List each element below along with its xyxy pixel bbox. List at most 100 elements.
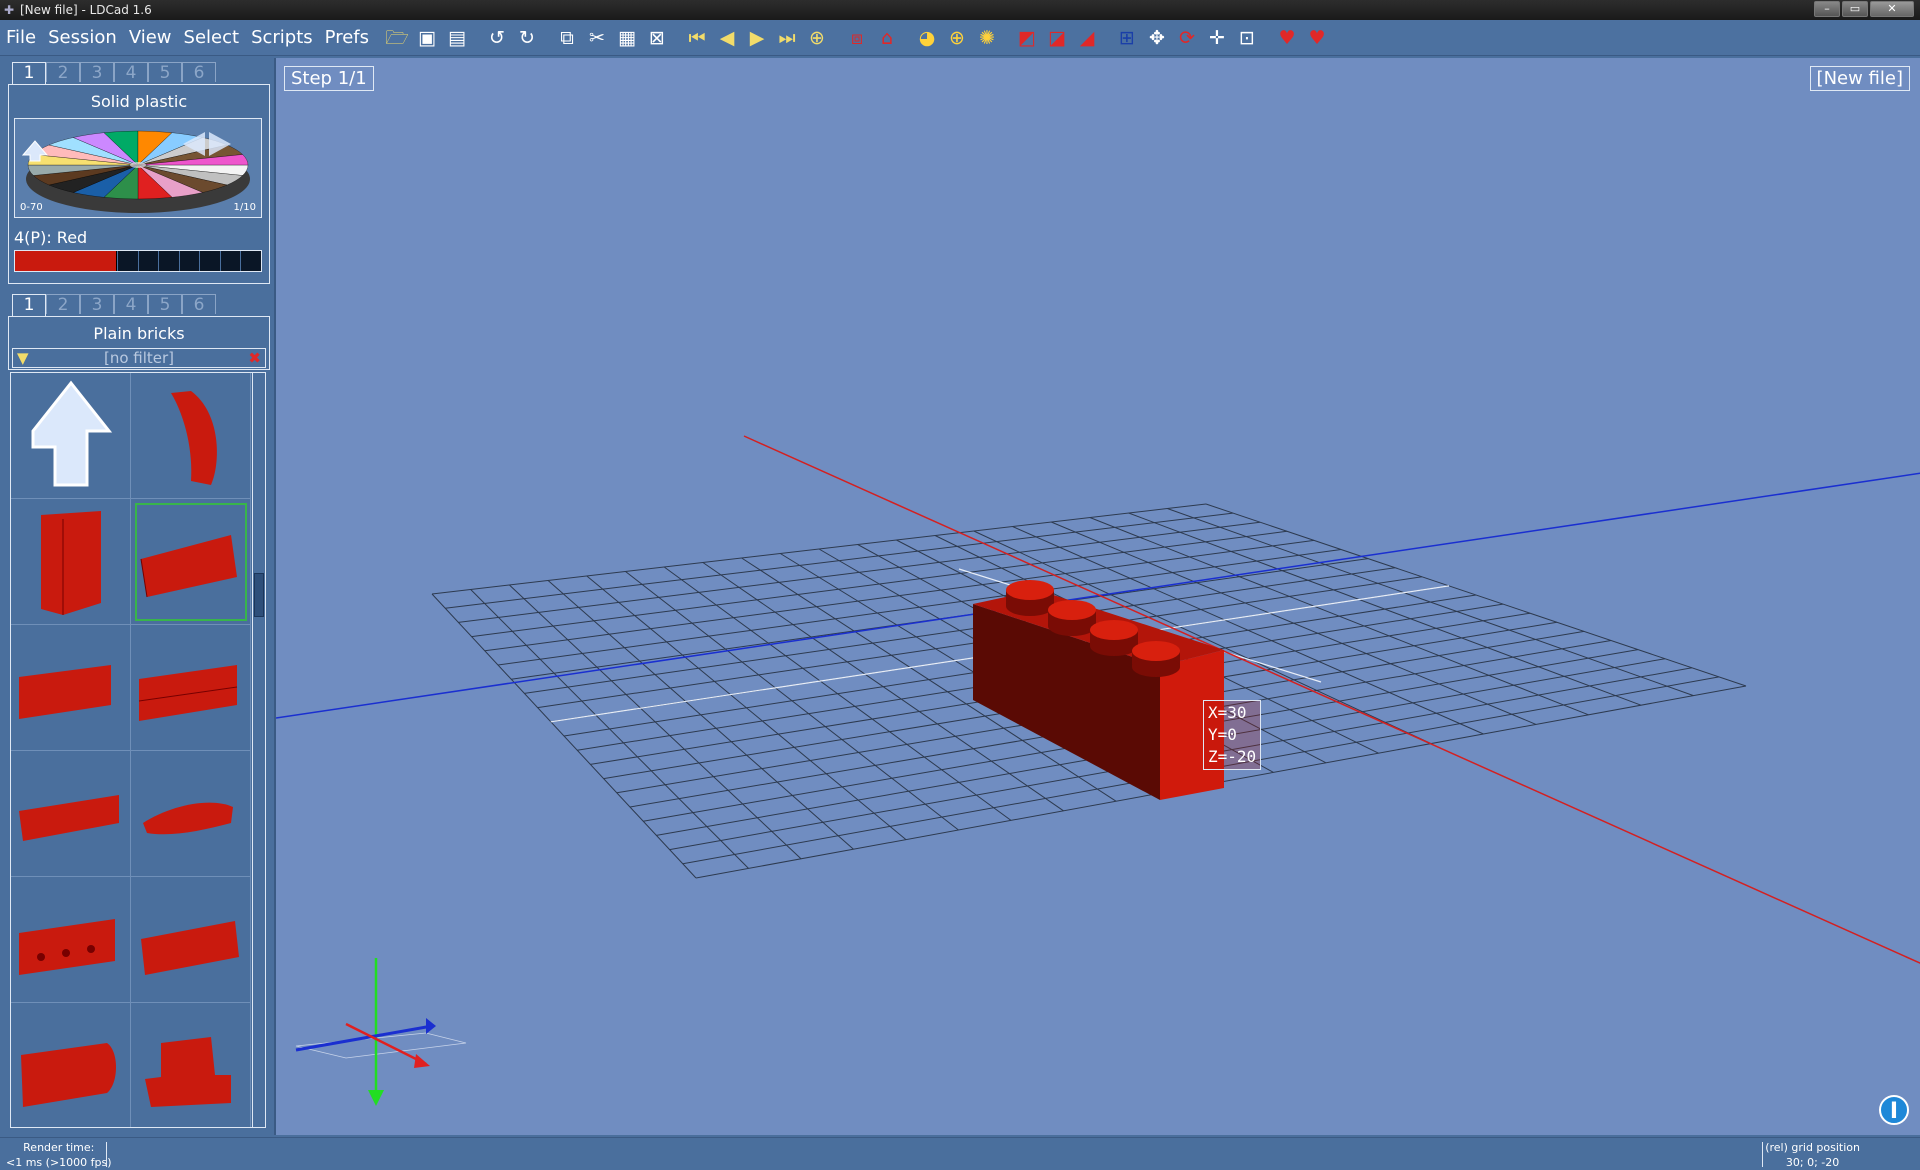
arch-brick-part[interactable] xyxy=(131,373,251,499)
parts-tab-6[interactable]: 6 xyxy=(182,294,216,315)
technic-brick-part[interactable] xyxy=(11,877,131,1003)
grid-position-label: (rel) grid position xyxy=(1765,1141,1860,1154)
curved-slope-part[interactable] xyxy=(131,751,251,877)
brick-1x4-studs-side-part[interactable] xyxy=(131,625,251,751)
menu-scripts[interactable]: Scripts xyxy=(245,20,319,56)
grid-mode-icon[interactable]: ⊞ xyxy=(1114,25,1140,51)
unhide-icon[interactable]: ◢ xyxy=(1074,25,1100,51)
copy-icon[interactable]: ⧉ xyxy=(554,25,580,51)
menu-toolbar: File Session View Select Scripts Prefs 🗁… xyxy=(0,20,1920,56)
maximize-button[interactable]: ▭ xyxy=(1842,1,1868,17)
window-controls: – ▭ ✕ xyxy=(1814,1,1914,17)
brick-1x3-part[interactable] xyxy=(131,877,251,1003)
hide-icon[interactable]: ◩ xyxy=(1014,25,1040,51)
cylinder-part[interactable] xyxy=(11,1003,131,1127)
parts-panel-header: 1 2 3 4 5 6 Plain bricks ▼ [no filter] ✖ xyxy=(8,294,270,376)
color-add-icon[interactable]: ⊕ xyxy=(944,25,970,51)
color-wheel[interactable]: 0-70 1/10 xyxy=(14,118,262,218)
recent-color-slot[interactable] xyxy=(178,251,200,271)
favorite-icon[interactable]: ♥ xyxy=(1274,25,1300,51)
3d-viewport[interactable] xyxy=(274,58,1920,1135)
parts-tab-5[interactable]: 5 xyxy=(148,294,182,315)
rotate-icon[interactable]: ⟳ xyxy=(1174,25,1200,51)
cut-icon[interactable]: ✂ xyxy=(584,25,610,51)
minimize-button[interactable]: – xyxy=(1814,1,1840,17)
parts-tab-2[interactable]: 2 xyxy=(46,294,80,315)
up-arrow-part[interactable] xyxy=(11,373,131,499)
parts-tab-3[interactable]: 3 xyxy=(80,294,114,315)
color-tab-1[interactable]: 1 xyxy=(12,62,46,84)
parts-grid[interactable] xyxy=(10,372,254,1128)
parts-scrollbar[interactable] xyxy=(252,372,266,1128)
last-step-icon[interactable]: ⏭ xyxy=(774,25,800,51)
submodel-icon[interactable]: ⧈ xyxy=(844,25,870,51)
brick-1x4-part[interactable] xyxy=(131,499,251,625)
color-pick-icon[interactable]: ✺ xyxy=(974,25,1000,51)
first-step-icon[interactable]: ⏮ xyxy=(684,25,710,51)
brick-with-bracket-part[interactable] xyxy=(131,1003,251,1127)
wheel-range-left: 0-70 xyxy=(20,202,43,213)
current-color-swatch[interactable] xyxy=(15,251,117,271)
hide-toggle-icon[interactable]: ◪ xyxy=(1044,25,1070,51)
pan-icon[interactable]: ✛ xyxy=(1204,25,1230,51)
file-name-label: [New file] xyxy=(1809,66,1910,91)
filter-text[interactable]: [no filter] xyxy=(13,349,265,367)
plate-1x4-part[interactable] xyxy=(11,751,131,877)
menu-session[interactable]: Session xyxy=(42,20,123,56)
new-submodel-icon[interactable]: ⌂ xyxy=(874,25,900,51)
save-icon[interactable]: ▣ xyxy=(414,25,440,51)
step-indicator: Step 1/1 xyxy=(284,66,374,91)
color-tab-3[interactable]: 3 xyxy=(80,62,114,83)
menu-view[interactable]: View xyxy=(123,20,178,56)
recent-color-slot[interactable] xyxy=(137,251,159,271)
open-folder-icon[interactable]: 🗁 xyxy=(384,25,410,51)
color-tab-5[interactable]: 5 xyxy=(148,62,182,83)
close-button[interactable]: ✕ xyxy=(1870,1,1914,17)
menu-file[interactable]: File xyxy=(0,20,42,56)
color-tab-4[interactable]: 4 xyxy=(114,62,148,83)
recent-colors-bar[interactable] xyxy=(14,250,262,272)
recent-color-slot[interactable] xyxy=(240,251,262,271)
parts-tab-4[interactable]: 4 xyxy=(114,294,148,315)
info-icon[interactable]: I xyxy=(1879,1095,1909,1125)
axis-gizmo xyxy=(295,958,467,1106)
wheel-range-right: 1/10 xyxy=(233,202,256,213)
clear-filter-icon[interactable]: ✖ xyxy=(248,349,261,367)
window-title: [New file] - LDCad 1.6 xyxy=(20,3,152,17)
tall-brick-part[interactable] xyxy=(11,499,131,625)
recent-color-slot[interactable] xyxy=(199,251,220,271)
round-brick-4-part[interactable] xyxy=(11,625,131,751)
favorite-add-icon[interactable]: ♥ xyxy=(1304,25,1330,51)
recent-color-slot[interactable] xyxy=(219,251,241,271)
add-step-icon[interactable]: ⊕ xyxy=(804,25,830,51)
move-icon[interactable]: ✥ xyxy=(1144,25,1170,51)
save-all-icon[interactable]: ▤ xyxy=(444,25,470,51)
menu-select[interactable]: Select xyxy=(178,20,246,56)
color-tab-2[interactable]: 2 xyxy=(46,62,80,83)
select-special-icon[interactable]: ⊠ xyxy=(644,25,670,51)
color-wheel-graphic[interactable] xyxy=(15,119,261,217)
render-time-status: Render time: <1 ms (>1000 fps) xyxy=(6,1140,112,1170)
status-divider xyxy=(106,1142,107,1167)
prev-step-icon[interactable]: ◀ xyxy=(714,25,740,51)
grid-position-status: (rel) grid position 30; 0; -20 xyxy=(1765,1140,1860,1170)
redo-icon[interactable]: ↻ xyxy=(514,25,540,51)
render-time-label: Render time: xyxy=(23,1141,95,1154)
filter-field[interactable]: ▼ [no filter] ✖ xyxy=(12,348,266,368)
parts-tab-1[interactable]: 1 xyxy=(12,294,46,316)
next-step-icon[interactable]: ▶ xyxy=(744,25,770,51)
app-icon: ✚ xyxy=(3,3,15,17)
color-tab-6[interactable]: 6 xyxy=(182,62,216,83)
selected-color-label: 4(P): Red xyxy=(14,228,88,247)
paste-icon[interactable]: ▦ xyxy=(614,25,640,51)
parts-scrollbar-thumb[interactable] xyxy=(254,573,264,617)
menu-prefs[interactable]: Prefs xyxy=(319,20,375,56)
scene-canvas[interactable] xyxy=(276,58,1920,1135)
undo-icon[interactable]: ↺ xyxy=(484,25,510,51)
grid-position-value: 30; 0; -20 xyxy=(1785,1156,1840,1169)
grid-snap-icon[interactable]: ⊡ xyxy=(1234,25,1260,51)
recent-color-slot[interactable] xyxy=(117,251,138,271)
title-bar: ✚ [New file] - LDCad 1.6 – ▭ ✕ xyxy=(0,0,1920,20)
recent-color-slot[interactable] xyxy=(158,251,179,271)
color-ring-icon[interactable]: ◕ xyxy=(914,25,940,51)
